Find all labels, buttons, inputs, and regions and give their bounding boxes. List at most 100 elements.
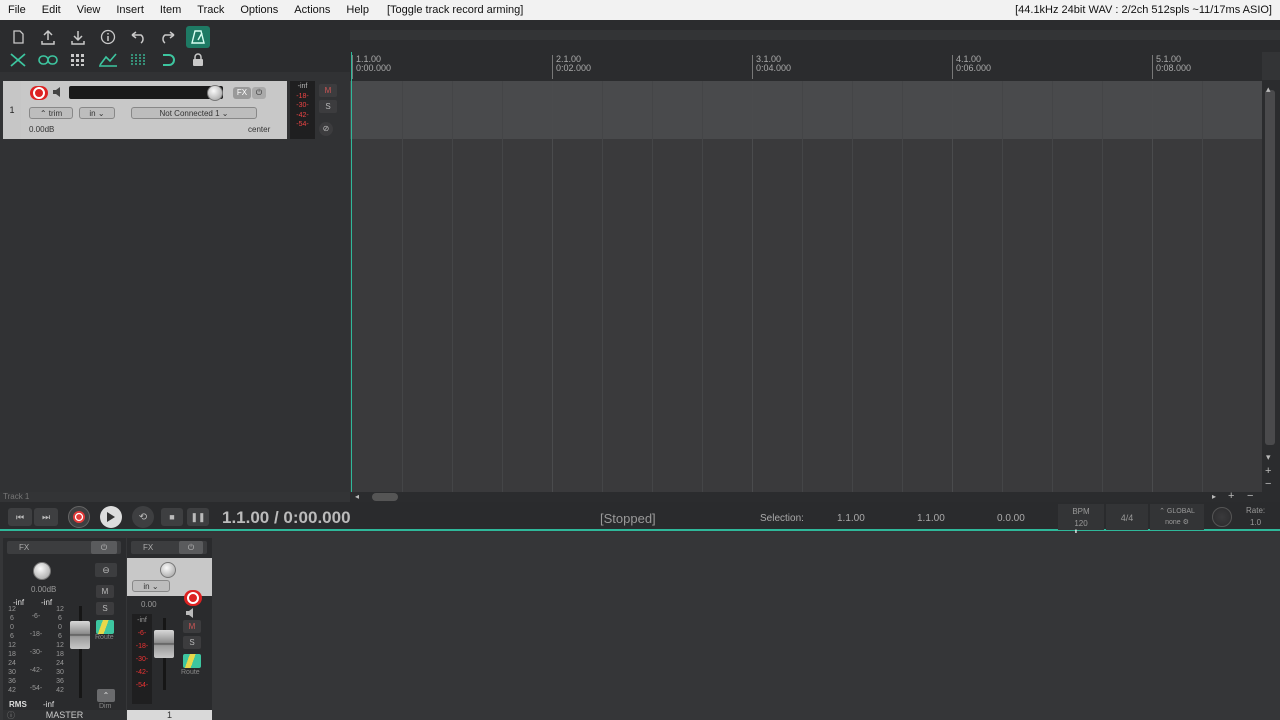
horizontal-scrollbar[interactable]: ◂ ▸ + − [350, 490, 1280, 502]
time-display[interactable]: 1.1.00 / 0:00.000 [222, 508, 351, 528]
trim-envelope-button[interactable]: ⌃ trim [29, 107, 73, 119]
redo-icon[interactable] [156, 26, 180, 48]
input-select[interactable]: Not Connected 1 ⌄ [131, 107, 257, 119]
track-solo-button[interactable]: S [183, 636, 201, 649]
track-number[interactable]: 1 [3, 81, 21, 139]
link-icon[interactable] [36, 49, 60, 71]
master-pan-knob[interactable] [33, 562, 51, 580]
playrate-knob[interactable] [1212, 507, 1232, 527]
arrange-view[interactable]: 1.1.00 0:00.000 2.1.00 0:02.000 3.1.00 0:04… [350, 52, 1262, 492]
menu-track[interactable]: Track [189, 0, 232, 20]
horizontal-scroll-thumb[interactable] [372, 493, 398, 501]
lock-icon[interactable] [186, 49, 210, 71]
repeat-icon[interactable]: ⟲ [132, 506, 154, 528]
menu-insert[interactable]: Insert [108, 0, 152, 20]
ripple-edit-icon[interactable] [6, 49, 30, 71]
track-name-field[interactable] [69, 86, 223, 99]
track-strip-meter[interactable]: -inf -6- -18- -30- -42- -54- [132, 614, 152, 704]
record-button[interactable] [68, 506, 90, 528]
go-to-start-icon[interactable]: ⏮ [8, 508, 32, 526]
track-input-monitor[interactable]: in ⌄ [132, 580, 170, 592]
open-project-icon[interactable] [36, 26, 60, 48]
menu-item[interactable]: Item [152, 0, 189, 20]
loop-icon[interactable] [156, 49, 180, 71]
scroll-left-icon[interactable]: ◂ [355, 492, 359, 501]
region-lane[interactable] [350, 30, 1280, 40]
timeline-ruler[interactable]: 1.1.00 0:00.000 2.1.00 0:02.000 3.1.00 0:04… [350, 52, 1262, 81]
meter-label: -18- [135, 643, 149, 650]
master-solo-button[interactable]: S [96, 602, 114, 615]
menu-edit[interactable]: Edit [34, 0, 69, 20]
scroll-right-icon[interactable]: ▸ [1212, 492, 1216, 501]
selection-end[interactable]: 1.1.00 [917, 513, 945, 524]
track-strip[interactable]: FX ⏻ in ⌄ 0.00 -inf -6- -18- -30- -42- -… [127, 538, 212, 720]
record-arm-button[interactable] [30, 86, 48, 100]
grid-line [1152, 81, 1153, 492]
time-signature-field[interactable]: 4/4 [1106, 504, 1148, 530]
fx-bypass-icon[interactable]: ⏻ [179, 541, 203, 554]
play-button[interactable] [100, 506, 122, 528]
vertical-scroll-thumb[interactable] [1265, 90, 1275, 445]
mute-button[interactable]: M [319, 84, 337, 97]
mono-stereo-icon[interactable]: ⊖ [95, 563, 117, 577]
route-icon[interactable] [96, 620, 114, 634]
go-to-end-icon[interactable]: ⏭ [34, 508, 58, 526]
ruler-time: 0:04.000 [756, 63, 792, 73]
pause-button[interactable]: ❚❚ [187, 508, 209, 526]
scroll-down-icon[interactable]: ▾ [1266, 452, 1271, 463]
dim-icon[interactable]: ⌃ [97, 689, 115, 702]
route-icon[interactable] [183, 654, 201, 668]
zoom-in-vertical-icon[interactable]: + [1265, 465, 1271, 477]
menu-view[interactable]: View [69, 0, 109, 20]
track-header[interactable]: 1 FX ⏻ ⌃ trim in ⌄ Not Connected 1 ⌄ 0.0… [3, 81, 345, 139]
track-pan-knob[interactable] [160, 562, 176, 578]
volume-knob[interactable] [207, 85, 223, 101]
speaker-icon[interactable] [185, 607, 197, 619]
menu-help[interactable]: Help [338, 0, 377, 20]
new-project-icon[interactable] [6, 26, 30, 48]
solo-button[interactable]: S [319, 100, 337, 113]
menu-actions[interactable]: Actions [286, 0, 338, 20]
edit-cursor[interactable] [351, 52, 352, 492]
selection-start[interactable]: 1.1.00 [837, 513, 865, 524]
zoom-in-horizontal-icon[interactable]: + [1228, 490, 1234, 502]
zoom-out-horizontal-icon[interactable]: − [1247, 490, 1253, 502]
track-lane[interactable] [350, 81, 1262, 139]
bpm-field[interactable]: BPM 120 [1058, 504, 1104, 530]
save-project-icon[interactable] [66, 26, 90, 48]
zoom-out-vertical-icon[interactable]: − [1265, 478, 1271, 490]
track-record-arm[interactable] [184, 590, 202, 606]
track-name-bar[interactable]: 1 [127, 710, 212, 720]
metronome-icon[interactable] [186, 26, 210, 48]
scroll-up-icon[interactable]: ▴ [1266, 84, 1271, 95]
phase-icon[interactable]: ⊘ [319, 122, 333, 136]
grid-line [552, 81, 553, 492]
info-icon[interactable] [96, 26, 120, 48]
fx-bypass-icon[interactable]: ⏻ [91, 541, 117, 554]
track-fader-handle[interactable] [154, 630, 174, 658]
track-panel[interactable]: FX ⏻ ⌃ trim in ⌄ Not Connected 1 ⌄ 0.00d… [21, 81, 287, 139]
speaker-icon[interactable] [52, 86, 64, 98]
fx-button[interactable]: FX [233, 87, 251, 99]
undo-icon[interactable] [126, 26, 150, 48]
audio-device-status[interactable]: [44.1kHz 24bit WAV : 2/2ch 512spls ~11/1… [1015, 0, 1272, 20]
master-fader-track[interactable] [79, 606, 82, 698]
master-mute-button[interactable]: M [96, 585, 114, 598]
grid-icon[interactable] [66, 49, 90, 71]
input-monitor-button[interactable]: in ⌄ [79, 107, 115, 119]
envelope-link-icon[interactable] [96, 49, 120, 71]
stop-button[interactable]: ■ [161, 508, 183, 526]
vertical-scrollbar[interactable]: ▾ + − [1262, 80, 1280, 492]
fx-bypass-icon[interactable]: ⏻ [252, 87, 266, 99]
selection-length[interactable]: 0.0.00 [997, 513, 1025, 524]
master-fader-handle[interactable] [70, 621, 90, 649]
menu-options[interactable]: Options [232, 0, 286, 20]
track-meter[interactable]: -inf -18- -30- -42- -54- [290, 81, 315, 139]
menu-file[interactable]: File [0, 0, 34, 20]
track-mute-button[interactable]: M [183, 620, 201, 633]
global-automation-button[interactable]: ⌃ GLOBAL none ⚙ [1150, 504, 1204, 530]
playrate-display[interactable]: Rate: 1.0 [1246, 506, 1265, 527]
in-label: in [89, 109, 96, 118]
master-strip[interactable]: FX ⏻ ⊖ 0.00dB -inf -inf 12 6 0 6 12 18 24 30 36 4… [3, 538, 126, 720]
snap-icon[interactable] [126, 49, 150, 71]
